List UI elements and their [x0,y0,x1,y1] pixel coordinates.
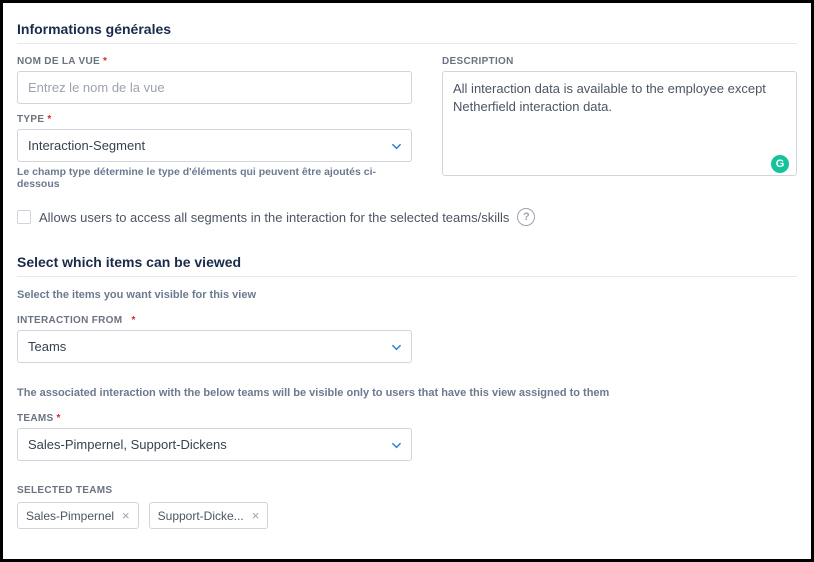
type-select-value: Interaction-Segment [28,138,145,153]
chip-label: Support-Dicke... [158,509,244,523]
viewable-hint: Select the items you want visible for th… [17,289,797,301]
chevron-down-icon [391,141,401,151]
view-name-input[interactable] [17,71,412,104]
teams-select[interactable]: Sales-Pimpernel, Support-Dickens [17,428,412,461]
interaction-from-select[interactable]: Teams [17,330,412,363]
teams-select-value: Sales-Pimpernel, Support-Dickens [28,437,227,452]
description-textarea[interactable] [442,71,797,176]
grammarly-icon[interactable]: G [771,155,789,173]
chevron-down-icon [391,342,401,352]
association-hint: The associated interaction with the belo… [17,387,797,399]
section-title-general: Informations générales [17,13,797,44]
section-title-viewable: Select which items can be viewed [17,246,797,277]
interaction-from-value: Teams [28,339,66,354]
close-icon[interactable]: × [252,508,260,523]
label-view-name: NOM DE LA VUE* [17,56,412,67]
chip-label: Sales-Pimpernel [26,509,114,523]
label-type: TYPE* [17,114,412,125]
label-interaction-from: INTERACTION FROM * [17,315,412,326]
selected-team-chip: Support-Dicke... × [149,502,269,529]
chevron-down-icon [391,440,401,450]
type-select[interactable]: Interaction-Segment [17,129,412,162]
type-hint: Le champ type détermine le type d'élémen… [17,166,412,190]
label-description: DESCRIPTION [442,56,797,67]
access-all-segments-checkbox[interactable] [17,210,31,224]
help-icon[interactable]: ? [517,208,535,226]
selected-team-chip: Sales-Pimpernel × [17,502,139,529]
close-icon[interactable]: × [122,508,130,523]
access-all-segments-label: Allows users to access all segments in t… [39,210,509,225]
label-selected-teams: SELECTED TEAMS [17,485,797,496]
label-teams: TEAMS* [17,413,412,424]
